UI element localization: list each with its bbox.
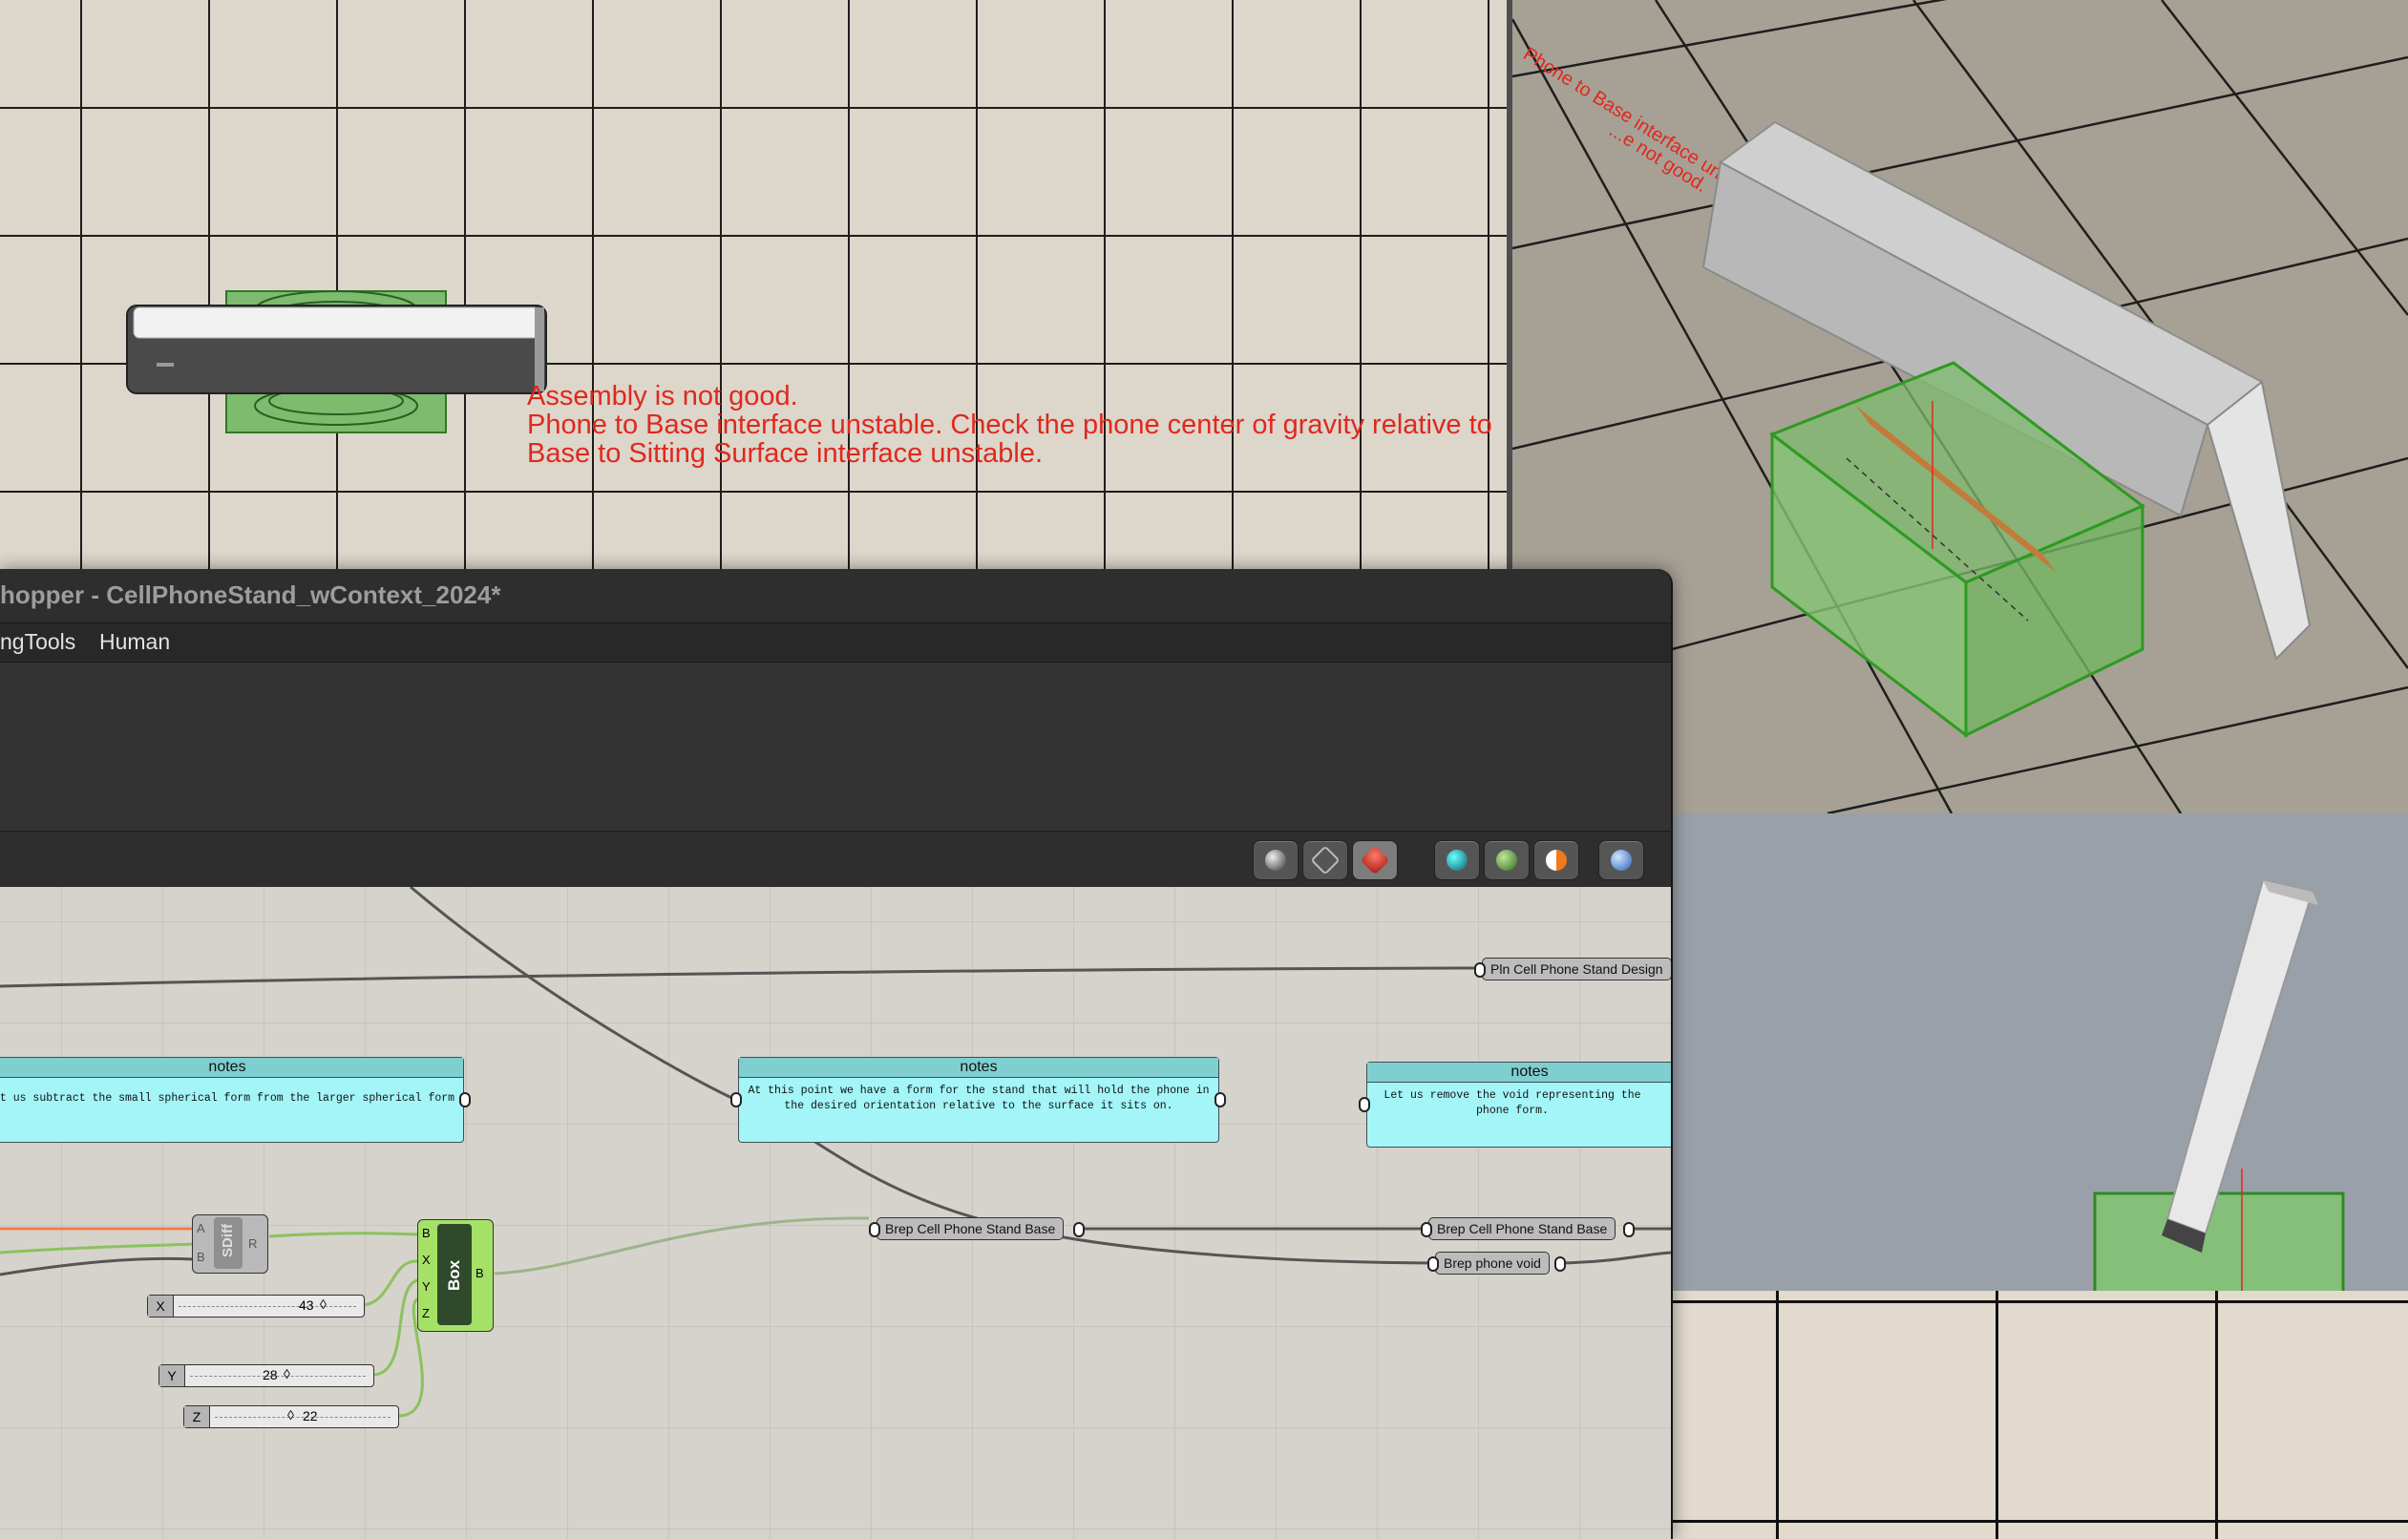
sdiff-body: SDiff: [214, 1217, 243, 1269]
box-body: Box: [437, 1224, 472, 1325]
menu-bar: ngTools Human: [0, 623, 1671, 663]
slider-y-value: 28: [263, 1367, 278, 1382]
brep-void-input-grip[interactable]: [1427, 1256, 1439, 1272]
grasshopper-canvas[interactable]: Pln Cell Phone Stand Design notes t us s…: [0, 887, 1671, 1539]
slider-x-label: X: [148, 1296, 174, 1317]
preview-shaded-icon: [1360, 845, 1390, 875]
menu-item-ngtools[interactable]: ngTools: [0, 629, 75, 655]
slider-y-handle-icon[interactable]: ◊: [284, 1366, 290, 1381]
note-panel-void[interactable]: notes Let us remove the void representin…: [1366, 1062, 1671, 1148]
grasshopper-window[interactable]: hopper - CellPhoneStand_wContext_2024* n…: [0, 569, 1673, 1539]
brep-base-output-grip[interactable]: [1073, 1222, 1085, 1237]
slider-x-track[interactable]: [179, 1306, 356, 1307]
box-input-b[interactable]: B: [422, 1226, 431, 1240]
sdiff-component[interactable]: A B SDiff R: [192, 1214, 268, 1274]
assembly-warning-text: Assembly is not good. Phone to Base inte…: [527, 382, 1492, 468]
slider-z-handle-icon[interactable]: ◊: [287, 1407, 294, 1423]
solid-icon: [1447, 850, 1468, 871]
top-viewport-geometry: [126, 290, 547, 433]
brep-void-output-grip[interactable]: [1554, 1256, 1566, 1272]
brep-base-input-grip[interactable]: [869, 1222, 880, 1237]
warning-line-2: Phone to Base interface unstable. Check …: [527, 410, 1492, 440]
mesh-icon: [1496, 850, 1517, 871]
note-input-grip[interactable]: [1359, 1097, 1370, 1112]
param-brep-void[interactable]: Brep phone void: [1435, 1252, 1550, 1275]
pln-input-grip[interactable]: [1474, 962, 1486, 978]
slider-z-label: Z: [184, 1406, 210, 1427]
brep-base-2-output-grip[interactable]: [1623, 1222, 1635, 1237]
note-title: notes: [1367, 1063, 1671, 1083]
slider-y-track[interactable]: [190, 1376, 366, 1377]
front-viewport[interactable]: [1671, 813, 2408, 1297]
box-output-b[interactable]: B: [475, 1266, 484, 1280]
note-text: t us subtract the small spherical form f…: [0, 1092, 455, 1105]
sdiff-output-r[interactable]: R: [248, 1236, 257, 1251]
box-input-x[interactable]: X: [422, 1253, 431, 1267]
preview-shaded-button[interactable]: [1352, 840, 1398, 880]
note-title: notes: [0, 1058, 463, 1078]
slider-z[interactable]: Z 22 ◊: [183, 1405, 399, 1428]
preview-wireframe-icon: [1310, 845, 1341, 875]
slider-y-label: Y: [159, 1365, 185, 1386]
box-input-y[interactable]: Y: [422, 1279, 431, 1294]
box-input-z[interactable]: Z: [422, 1306, 430, 1320]
param-pln-design[interactable]: Pln Cell Phone Stand Design: [1482, 958, 1671, 980]
note-title: notes: [739, 1058, 1218, 1078]
box-label: Box: [445, 1259, 463, 1291]
param-brep-base-2[interactable]: Brep Cell Phone Stand Base: [1428, 1217, 1616, 1240]
render-icon: [1546, 850, 1567, 871]
render-button[interactable]: [1533, 840, 1579, 880]
slider-x-value: 43: [299, 1297, 314, 1313]
note-output-grip[interactable]: [1215, 1092, 1226, 1107]
solid-button[interactable]: [1434, 840, 1480, 880]
title-bar[interactable]: hopper - CellPhoneStand_wContext_2024*: [0, 569, 1671, 623]
slider-z-value: 22: [303, 1408, 318, 1423]
slider-y[interactable]: Y 28 ◊: [158, 1364, 374, 1387]
preview-off-button[interactable]: [1253, 840, 1299, 880]
window-title: hopper - CellPhoneStand_wContext_2024*: [0, 580, 501, 609]
slider-x-handle-icon[interactable]: ◊: [320, 1297, 327, 1312]
front-viewport-ground: [1671, 1291, 2408, 1539]
preview-wireframe-button[interactable]: [1302, 840, 1348, 880]
warning-line-3: Base to Sitting Surface interface unstab…: [527, 438, 1044, 469]
note-text: Let us remove the void representing the …: [1384, 1089, 1641, 1117]
param-brep-base[interactable]: Brep Cell Phone Stand Base: [877, 1217, 1065, 1240]
menu-item-human[interactable]: Human: [99, 629, 170, 655]
sdiff-input-a[interactable]: A: [197, 1221, 205, 1235]
note-panel-subtract[interactable]: notes t us subtract the small spherical …: [0, 1057, 464, 1143]
front-viewport-geometry: [2093, 878, 2345, 1297]
warning-line-1: Assembly is not good.: [527, 381, 798, 411]
sdiff-input-b[interactable]: B: [197, 1250, 205, 1264]
preview-off-icon: [1265, 850, 1286, 871]
note-input-grip[interactable]: [730, 1092, 742, 1107]
slider-x[interactable]: X 43 ◊: [147, 1295, 365, 1318]
brep-base-2-input-grip[interactable]: [1421, 1222, 1432, 1237]
sphere-icon: [1611, 850, 1632, 871]
note-panel-form[interactable]: notes At this point we have a form for t…: [738, 1057, 1219, 1143]
note-text: At this point we have a form for the sta…: [748, 1085, 1210, 1112]
sdiff-label: SDiff: [220, 1224, 236, 1257]
component-ribbon: [0, 663, 1671, 832]
note-output-grip[interactable]: [459, 1092, 471, 1107]
top-viewport[interactable]: Assembly is not good. Phone to Base inte…: [0, 0, 1509, 573]
wire-layer: [0, 887, 1671, 1418]
box-component[interactable]: B X Y Z Box B: [417, 1219, 494, 1332]
mesh-button[interactable]: [1484, 840, 1530, 880]
canvas-toolbar: [0, 833, 1671, 886]
sphere-button[interactable]: [1598, 840, 1644, 880]
